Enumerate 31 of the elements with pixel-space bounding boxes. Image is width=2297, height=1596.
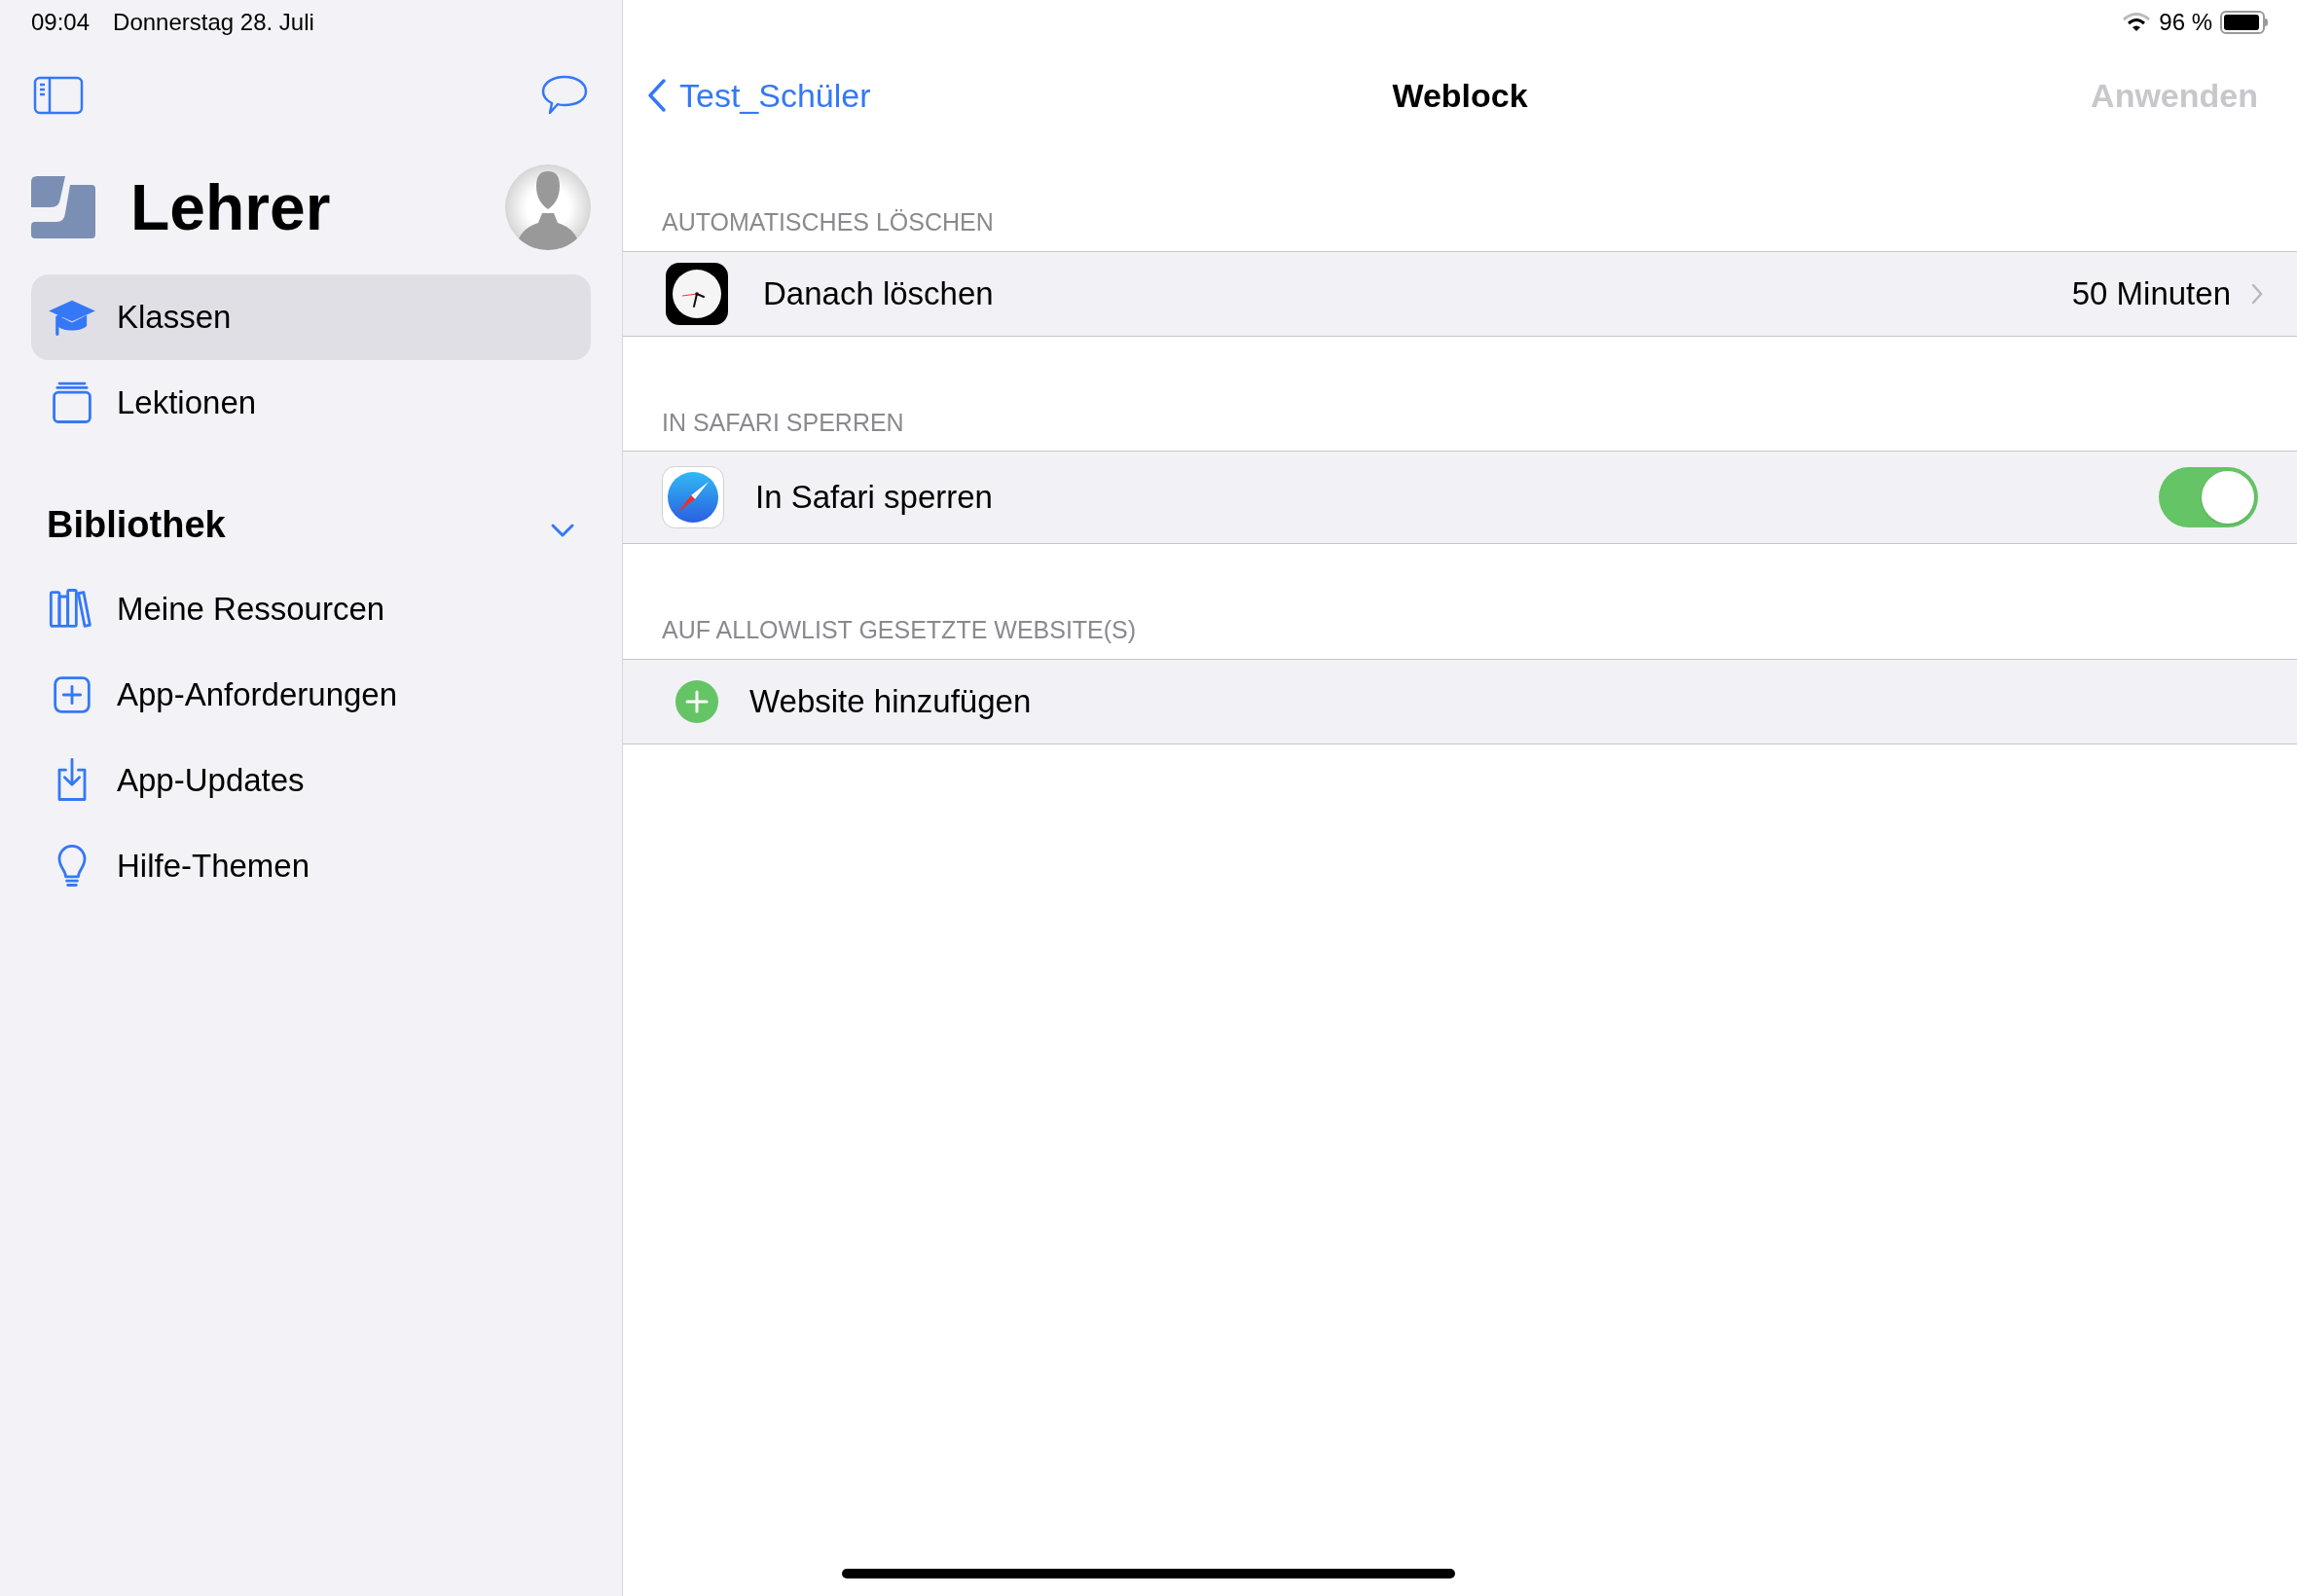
wifi-icon: [2122, 12, 2152, 33]
section-title: Bibliothek: [47, 503, 226, 547]
add-website-row[interactable]: Website hinzufügen: [623, 658, 2297, 744]
sidebar-title: Lehrer: [130, 169, 331, 245]
add-icon: [675, 679, 718, 723]
status-time: 09:04: [31, 8, 91, 37]
chevron-down-icon[interactable]: [550, 522, 575, 539]
section-header: AUF ALLOWLIST GESETZTE WEBSITE(S): [661, 615, 1138, 645]
battery-percentage: 96 %: [2159, 8, 2212, 37]
nav-title: Weblock: [1392, 75, 1528, 116]
app-logo: [31, 176, 95, 238]
sidebar-item[interactable]: App-Updates: [31, 738, 591, 823]
chevron-right-icon: [2250, 281, 2264, 306]
status-date: Donnerstag 28. Juli: [113, 8, 314, 37]
section-header: AUTOMATISCHES LÖSCHEN: [661, 207, 995, 237]
compass-app-icon: [662, 466, 724, 528]
sidebar-item[interactable]: Klassen: [31, 274, 591, 360]
chevron-left-icon: [646, 78, 668, 113]
battery-icon: [2220, 11, 2268, 34]
sidebar-item[interactable]: Meine Ressourcen: [31, 566, 591, 652]
speech-bubble-icon[interactable]: [540, 74, 589, 117]
sidebar-item[interactable]: Hilfe-Themen: [31, 823, 591, 909]
settings-row: In Safari sperren: [623, 451, 2297, 544]
settings-row[interactable]: Danach löschen 50 Minuten: [623, 250, 2297, 337]
avatar[interactable]: [505, 164, 591, 250]
section-header: IN SAFARI SPERREN: [661, 407, 905, 438]
sidebar-item[interactable]: App-Anforderungen: [31, 652, 591, 738]
clock-app-icon: [666, 262, 728, 325]
sidebar-item[interactable]: Lektionen: [31, 360, 591, 446]
back-button[interactable]: Test_Schüler: [646, 70, 871, 121]
sidebar-toggle-icon[interactable]: [33, 76, 84, 115]
